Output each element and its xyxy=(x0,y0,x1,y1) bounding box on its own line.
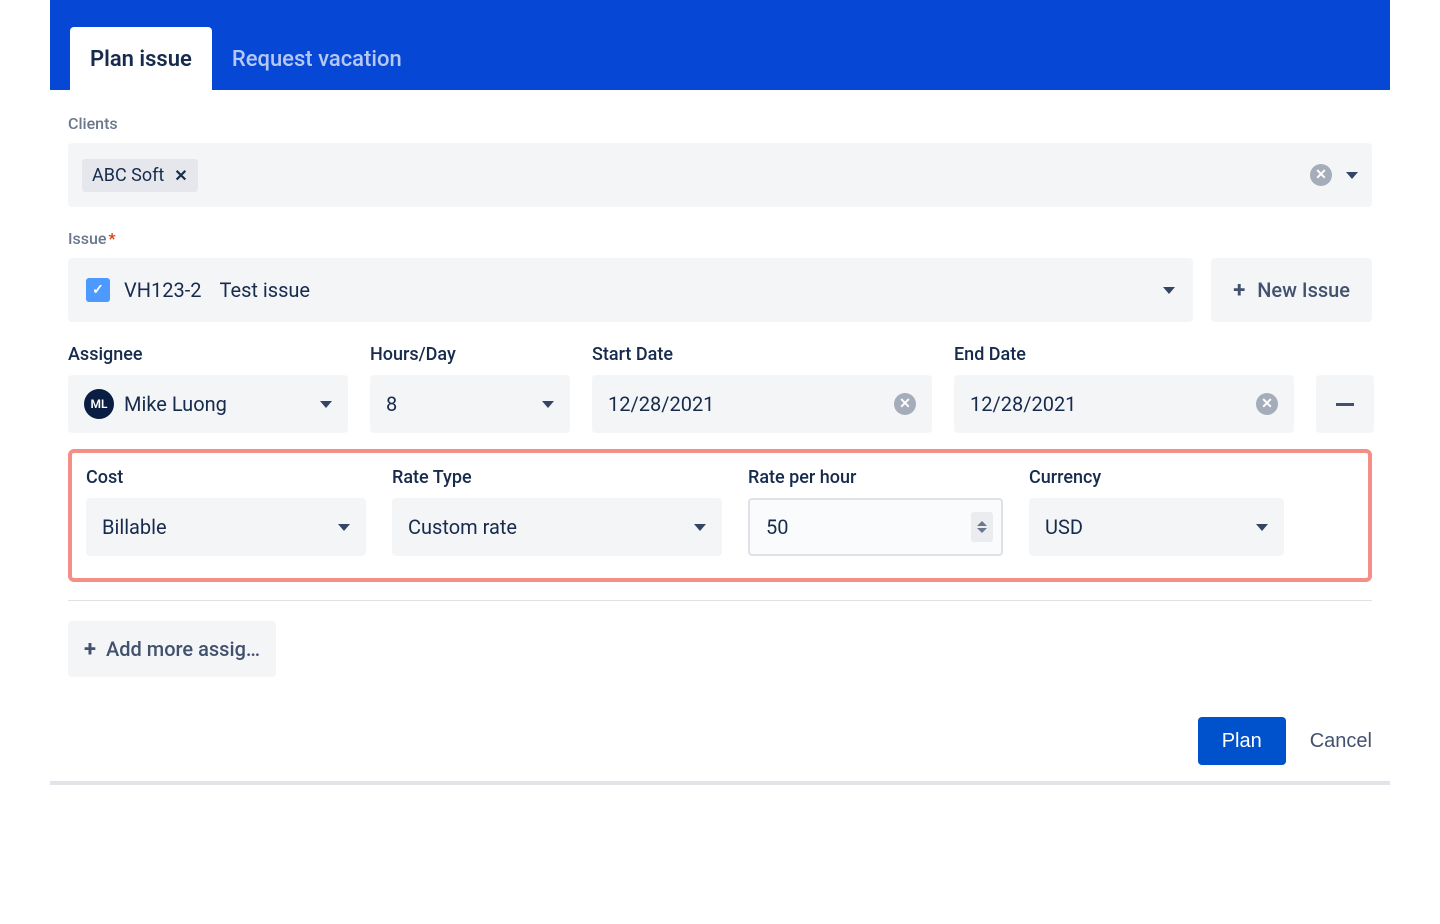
issue-title: Test issue xyxy=(220,278,311,302)
assignee-select[interactable]: ML Mike Luong xyxy=(68,375,348,433)
new-issue-label: New Issue xyxy=(1257,278,1350,302)
chevron-down-icon[interactable] xyxy=(1256,524,1268,531)
avatar: ML xyxy=(84,389,114,419)
chevron-down-icon[interactable] xyxy=(977,528,987,533)
plus-icon: + xyxy=(84,637,96,662)
assignee-label: Assignee xyxy=(68,344,348,365)
assignee-name: Mike Luong xyxy=(124,392,227,416)
required-indicator: * xyxy=(108,229,115,248)
chevron-down-icon[interactable] xyxy=(1346,172,1358,179)
start-date-value: 12/28/2021 xyxy=(608,392,714,416)
new-issue-button[interactable]: + New Issue xyxy=(1211,258,1372,322)
clear-icon[interactable]: ✕ xyxy=(894,393,916,415)
clear-icon[interactable]: ✕ xyxy=(1256,393,1278,415)
clients-label: Clients xyxy=(68,114,1372,133)
issue-select[interactable]: ✓ VH123-2 Test issue xyxy=(68,258,1193,322)
add-more-assignees-button[interactable]: + Add more assig… xyxy=(68,621,276,677)
add-more-label: Add more assig… xyxy=(106,637,260,661)
cost-value: Billable xyxy=(102,515,167,539)
cost-section-highlight: Cost Billable Rate Type Custom rate Rate… xyxy=(68,449,1372,582)
cancel-button[interactable]: Cancel xyxy=(1310,730,1372,753)
cost-select[interactable]: Billable xyxy=(86,498,366,556)
rate-per-hour-input[interactable]: 50 xyxy=(748,498,1003,556)
task-icon: ✓ xyxy=(86,278,110,302)
divider xyxy=(68,600,1372,601)
currency-select[interactable]: USD xyxy=(1029,498,1284,556)
remove-row-button[interactable] xyxy=(1316,375,1374,433)
rate-per-hour-label: Rate per hour xyxy=(748,467,1003,488)
cost-label: Cost xyxy=(86,467,366,488)
issue-label: Issue* xyxy=(68,229,1372,248)
end-date-value: 12/28/2021 xyxy=(970,392,1076,416)
currency-label: Currency xyxy=(1029,467,1284,488)
hours-day-label: Hours/Day xyxy=(370,344,570,365)
chevron-up-icon[interactable] xyxy=(977,521,987,526)
client-tag-label: ABC Soft xyxy=(92,165,164,186)
footer: Plan Cancel xyxy=(50,687,1390,781)
close-icon[interactable]: ✕ xyxy=(174,166,187,185)
chevron-down-icon[interactable] xyxy=(542,401,554,408)
tabs-bar: Plan issue Request vacation xyxy=(50,0,1390,90)
end-date-label: End Date xyxy=(954,344,1294,365)
rate-type-label: Rate Type xyxy=(392,467,722,488)
chevron-down-icon[interactable] xyxy=(1163,287,1175,294)
tab-plan-issue[interactable]: Plan issue xyxy=(70,27,212,90)
plan-button[interactable]: Plan xyxy=(1198,717,1286,765)
clients-field: Clients ABC Soft ✕ ✕ xyxy=(68,114,1372,207)
hours-day-value: 8 xyxy=(386,392,397,416)
clients-input[interactable]: ABC Soft ✕ ✕ xyxy=(68,143,1372,207)
client-tag: ABC Soft ✕ xyxy=(82,159,198,192)
rate-per-hour-value: 50 xyxy=(766,515,788,539)
chevron-down-icon[interactable] xyxy=(694,524,706,531)
minus-icon xyxy=(1336,403,1354,406)
clear-icon[interactable]: ✕ xyxy=(1310,164,1332,186)
rate-type-select[interactable]: Custom rate xyxy=(392,498,722,556)
hours-day-select[interactable]: 8 xyxy=(370,375,570,433)
chevron-down-icon[interactable] xyxy=(320,401,332,408)
plus-icon: + xyxy=(1233,278,1245,303)
chevron-down-icon[interactable] xyxy=(338,524,350,531)
assignment-row: Assignee ML Mike Luong Hours/Day 8 Start… xyxy=(68,344,1372,433)
currency-value: USD xyxy=(1045,515,1083,539)
issue-key: VH123-2 xyxy=(124,278,202,302)
end-date-input[interactable]: 12/28/2021 ✕ xyxy=(954,375,1294,433)
rate-type-value: Custom rate xyxy=(408,515,517,539)
bottom-edge xyxy=(50,781,1390,785)
start-date-input[interactable]: 12/28/2021 ✕ xyxy=(592,375,932,433)
number-stepper[interactable] xyxy=(971,512,993,542)
issue-field: Issue* ✓ VH123-2 Test issue + New Issue xyxy=(68,229,1372,322)
start-date-label: Start Date xyxy=(592,344,932,365)
tab-request-vacation[interactable]: Request vacation xyxy=(212,27,422,90)
